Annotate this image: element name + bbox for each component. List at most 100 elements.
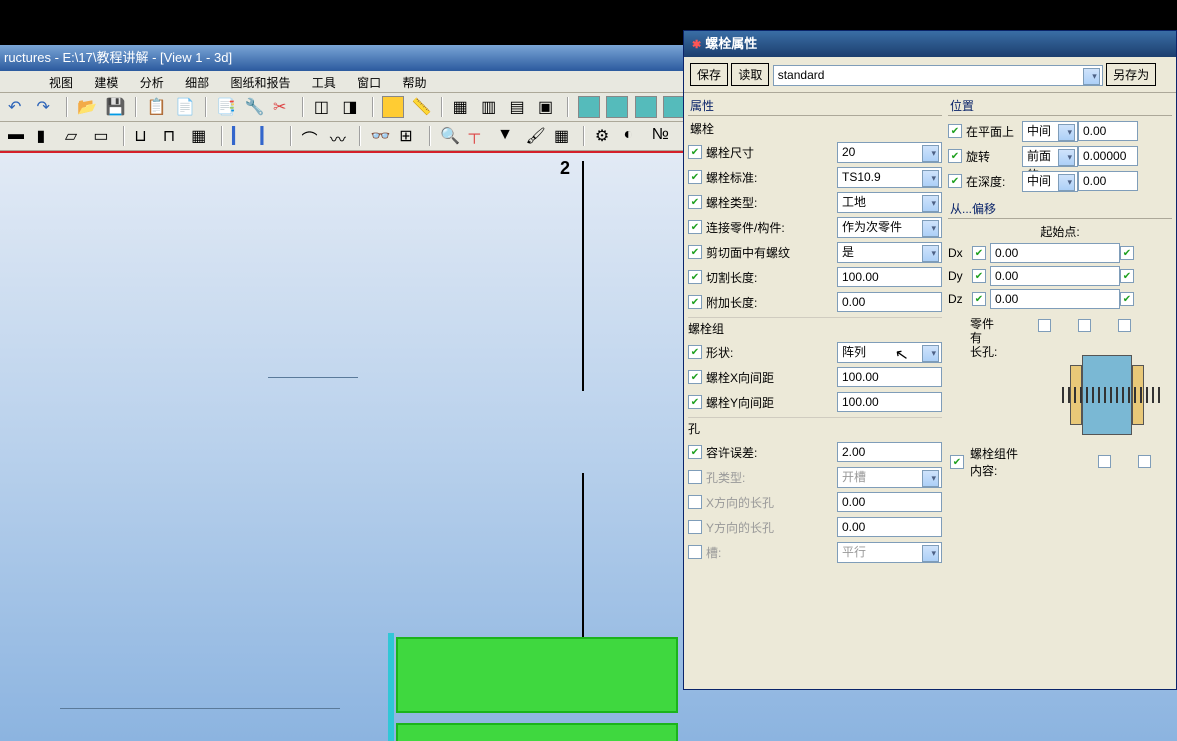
glasses-icon[interactable]: 👓 bbox=[370, 125, 392, 147]
mesh-icon[interactable]: ▦ bbox=[190, 125, 212, 147]
beam-icon[interactable]: ▬ bbox=[7, 125, 29, 147]
menu-analysis[interactable]: 分析 bbox=[131, 71, 173, 94]
slot-chk-2[interactable] bbox=[1078, 319, 1091, 332]
conn-check[interactable] bbox=[688, 220, 702, 234]
phase-icon[interactable]: ◐ bbox=[622, 125, 644, 147]
break-icon[interactable]: ◫ bbox=[313, 96, 335, 118]
dim-icon[interactable]: ┬ bbox=[468, 125, 490, 147]
view3-icon[interactable]: ▤ bbox=[509, 96, 531, 118]
save-icon[interactable]: 💾 bbox=[105, 96, 127, 118]
thread-check[interactable] bbox=[688, 245, 702, 259]
thread-combo[interactable]: 是 bbox=[837, 242, 942, 263]
paint-icon[interactable]: 🖌 bbox=[525, 125, 547, 147]
ydist-input[interactable]: 100.00 bbox=[837, 392, 942, 412]
bar1-icon[interactable]: ▎ bbox=[231, 125, 253, 147]
saveas-button[interactable]: 另存为 bbox=[1106, 63, 1156, 86]
cutlen-check[interactable] bbox=[688, 270, 702, 284]
dx-input[interactable]: 0.00 bbox=[990, 243, 1120, 263]
dz-input[interactable]: 0.00 bbox=[990, 289, 1120, 309]
dz-check2[interactable] bbox=[1120, 292, 1134, 306]
rot-input[interactable]: 0.00000 bbox=[1078, 146, 1138, 166]
cont-chk-1[interactable] bbox=[1098, 455, 1111, 468]
menu-view[interactable]: 视图 bbox=[40, 71, 82, 94]
model-part-2[interactable] bbox=[396, 723, 678, 741]
rot-combo[interactable]: 前面的 bbox=[1022, 146, 1078, 167]
menu-tools[interactable]: 工具 bbox=[303, 71, 345, 94]
curve-icon[interactable]: 〰 bbox=[329, 125, 351, 147]
depth-check[interactable] bbox=[948, 174, 962, 188]
xlong-check[interactable] bbox=[688, 495, 702, 509]
shape-combo[interactable]: 阵列 bbox=[837, 342, 942, 363]
view2-icon[interactable]: ▥ bbox=[480, 96, 502, 118]
ruler-icon[interactable]: 📏 bbox=[411, 96, 433, 118]
depth-input[interactable]: 0.00 bbox=[1078, 171, 1138, 191]
weld-icon[interactable]: ⊓ bbox=[162, 125, 184, 147]
onplane-input[interactable]: 0.00 bbox=[1078, 121, 1138, 141]
xlong-input[interactable]: 0.00 bbox=[837, 492, 942, 512]
addlen-check[interactable] bbox=[688, 295, 702, 309]
view1-icon[interactable]: ▦ bbox=[452, 96, 474, 118]
tol-input[interactable]: 2.00 bbox=[837, 442, 942, 462]
teal2-icon[interactable] bbox=[606, 96, 628, 118]
yellow-icon[interactable] bbox=[382, 96, 404, 118]
ydist-check[interactable] bbox=[688, 395, 702, 409]
bolt2-icon[interactable]: ⊞ bbox=[398, 125, 420, 147]
addlen-input[interactable]: 0.00 bbox=[837, 292, 942, 312]
column-icon[interactable]: ▮ bbox=[35, 125, 57, 147]
dx-check2[interactable] bbox=[1120, 246, 1134, 260]
teal3-icon[interactable] bbox=[635, 96, 657, 118]
bolt-type-check[interactable] bbox=[688, 195, 702, 209]
bolt-std-check[interactable] bbox=[688, 170, 702, 184]
combine-icon[interactable]: ◨ bbox=[341, 96, 363, 118]
view4-icon[interactable]: ▣ bbox=[537, 96, 559, 118]
menu-drawings[interactable]: 图纸和报告 bbox=[221, 71, 299, 94]
dy-check2[interactable] bbox=[1120, 269, 1134, 283]
depth-combo[interactable]: 中间 bbox=[1022, 171, 1078, 192]
menu-detail[interactable]: 细部 bbox=[176, 71, 218, 94]
content-check[interactable] bbox=[950, 455, 964, 469]
preset-combo[interactable]: standard bbox=[773, 65, 1103, 86]
copy-icon[interactable]: 📑 bbox=[215, 96, 237, 118]
ylong-input[interactable]: 0.00 bbox=[837, 517, 942, 537]
tol-check[interactable] bbox=[688, 445, 702, 459]
bolt-std-combo[interactable]: TS10.9 bbox=[837, 167, 942, 188]
save-button[interactable]: 保存 bbox=[690, 63, 728, 86]
arc-icon[interactable]: ⌒ bbox=[300, 125, 322, 147]
layer-icon[interactable]: ▦ bbox=[553, 125, 575, 147]
shape-check[interactable] bbox=[688, 345, 702, 359]
tool-icon[interactable]: 🔧 bbox=[244, 96, 266, 118]
menu-window[interactable]: 窗口 bbox=[348, 71, 390, 94]
xdist-input[interactable]: 100.00 bbox=[837, 367, 942, 387]
slab-icon[interactable]: ▭ bbox=[92, 125, 114, 147]
cutlen-input[interactable]: 100.00 bbox=[837, 267, 942, 287]
bolt-type-combo[interactable]: 工地 bbox=[837, 192, 942, 213]
ylong-check[interactable] bbox=[688, 520, 702, 534]
bolt-size-check[interactable] bbox=[688, 145, 702, 159]
undo-icon[interactable]: ↶ bbox=[7, 96, 29, 118]
open-icon[interactable]: 📂 bbox=[76, 96, 98, 118]
onplane-combo[interactable]: 中间 bbox=[1022, 121, 1078, 142]
rot-check[interactable] bbox=[948, 149, 962, 163]
report-icon[interactable]: 📄 bbox=[174, 96, 196, 118]
bolt-size-combo[interactable]: 20 bbox=[837, 142, 942, 163]
load-button[interactable]: 读取 bbox=[731, 63, 769, 86]
menu-model[interactable]: 建模 bbox=[85, 71, 127, 94]
number-icon[interactable]: № bbox=[651, 125, 673, 147]
xdist-check[interactable] bbox=[688, 370, 702, 384]
slot-check[interactable] bbox=[688, 545, 702, 559]
bolt-icon[interactable]: ⊔ bbox=[133, 125, 155, 147]
bar2-icon[interactable]: ▎ bbox=[260, 125, 282, 147]
model-part-1[interactable] bbox=[396, 637, 678, 713]
filter-icon[interactable]: ▼ bbox=[496, 125, 518, 147]
onplane-check[interactable] bbox=[948, 124, 962, 138]
cont-chk-2[interactable] bbox=[1138, 455, 1151, 468]
menu-help[interactable]: 帮助 bbox=[394, 71, 436, 94]
setting-icon[interactable]: ⚙ bbox=[594, 125, 616, 147]
redo-icon[interactable]: ↷ bbox=[35, 96, 57, 118]
dz-check[interactable] bbox=[972, 292, 986, 306]
slot-chk-3[interactable] bbox=[1118, 319, 1131, 332]
holetype-check[interactable] bbox=[688, 470, 702, 484]
slot-chk-1[interactable] bbox=[1038, 319, 1051, 332]
dy-input[interactable]: 0.00 bbox=[990, 266, 1120, 286]
teal4-icon[interactable] bbox=[663, 96, 685, 118]
